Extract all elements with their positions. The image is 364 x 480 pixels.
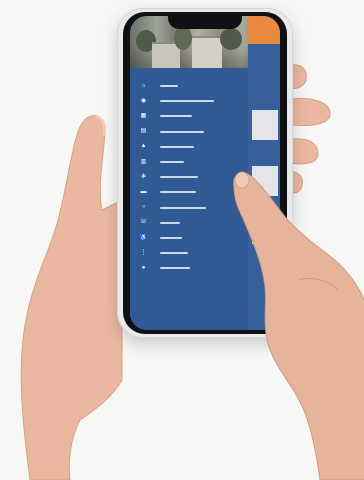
menu-item-label [160,221,180,224]
bed-icon: ▬ [140,188,147,195]
menu-item-label [160,161,184,163]
menu-item-label [160,145,194,148]
menu-item-label [160,130,204,133]
share-icon: ⋮ [140,249,147,256]
menu-item[interactable]: ⌂ [140,80,246,92]
eye-icon: ◉ [140,97,147,104]
content-card [252,110,278,140]
menu-item-label [160,191,196,194]
menu-item[interactable]: ▤ [140,126,246,138]
mountain-icon: ▲ [140,143,147,150]
gear-icon: ✻ [140,173,147,180]
menu-item-label [160,267,190,270]
accessibility-icon: ♿ [139,234,148,241]
menu-item-label [160,85,178,87]
menu-item-label [160,252,188,255]
phone-notch [168,14,242,29]
info-icon: ○ [141,204,146,211]
menu-item[interactable]: ◉ [140,95,246,107]
menu-item-label [160,206,206,209]
menu-item-label [160,115,192,118]
menu-item[interactable]: ▦ [140,110,246,122]
menu-item-label [160,100,214,103]
orange-tab[interactable] [248,16,280,44]
photo-scene: ⌂ ◉ ▦ ▤ ▲ ▥ ✻ ▬ ○ ☏ ♿ ⋮ ● [0,0,364,480]
menu-item[interactable]: ▲ [140,141,246,153]
home-icon: ⌂ [141,82,146,89]
globe-icon: ● [141,264,146,271]
building-icon: ▥ [140,158,147,165]
menu-item-label [160,176,198,179]
calendar-icon: ▦ [140,112,147,119]
right-hand-pointing [233,171,364,480]
document-icon: ▤ [140,128,147,135]
phone-icon: ☏ [139,219,148,226]
menu-item-label [160,237,182,239]
